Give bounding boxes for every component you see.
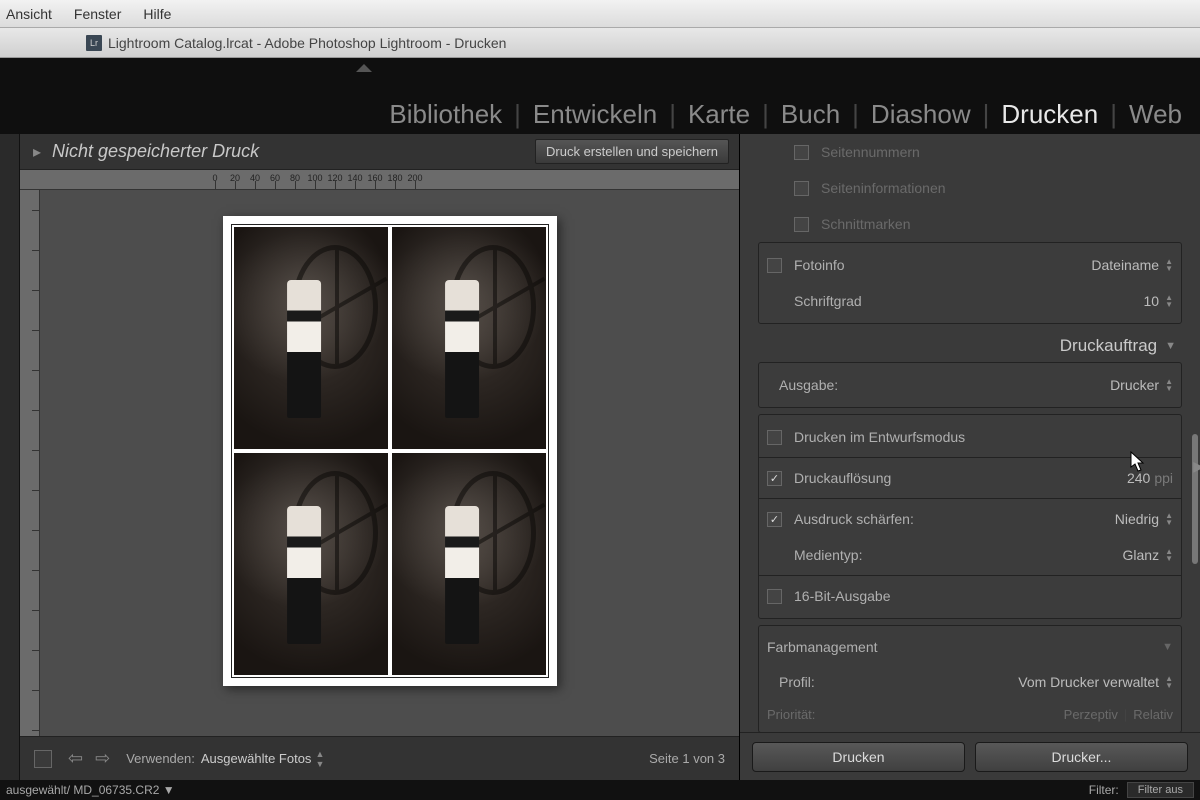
resolution-label: Druckauflösung xyxy=(794,470,1127,486)
vertical-ruler xyxy=(20,190,40,736)
triangle-down-icon: ▼ xyxy=(1165,340,1176,352)
module-map[interactable]: Karte xyxy=(680,99,758,130)
stepper-icon[interactable]: ▲▼ xyxy=(1165,675,1173,689)
filter-dropdown[interactable]: Filter aus xyxy=(1127,782,1194,798)
crop-marks-checkbox[interactable] xyxy=(794,217,809,232)
prev-page-button[interactable]: ⇦ xyxy=(68,748,83,769)
draft-mode-checkbox[interactable] xyxy=(767,430,782,445)
module-develop[interactable]: Entwickeln xyxy=(525,99,665,130)
app-icon: Lr xyxy=(86,35,102,51)
page-info-checkbox[interactable] xyxy=(794,181,809,196)
sixteen-bit-label: 16-Bit-Ausgabe xyxy=(794,588,1173,604)
module-web[interactable]: Web xyxy=(1121,99,1190,130)
preview-title: Nicht gespeicherter Druck xyxy=(52,141,535,162)
use-label: Verwenden: xyxy=(126,751,195,766)
print-job-section-header[interactable]: Druckauftrag▼ xyxy=(758,330,1182,362)
sharpen-checkbox[interactable] xyxy=(767,512,782,527)
stepper-icon[interactable]: ▲▼ xyxy=(1165,378,1173,392)
font-size-value[interactable]: 10 xyxy=(1144,293,1160,309)
selection-info[interactable]: ausgewählt/ MD_06735.CR2 ▼ xyxy=(6,783,175,797)
resolution-checkbox[interactable] xyxy=(767,471,782,486)
page-numbers-label: Seitennummern xyxy=(821,144,1174,160)
panel-expand-triangle-icon[interactable] xyxy=(356,64,372,72)
stepper-icon[interactable]: ▲▼ xyxy=(1165,548,1173,562)
module-picker: Bibliothek| Entwickeln| Karte| Buch| Dia… xyxy=(381,99,1190,130)
os-menubar: Ansicht Fenster Hilfe xyxy=(0,0,1200,28)
photo-cell-2[interactable] xyxy=(392,227,546,449)
crop-marks-label: Schnittmarken xyxy=(821,216,1174,232)
resolution-value[interactable]: 240 xyxy=(1127,470,1150,486)
output-label: Ausgabe: xyxy=(779,377,1110,393)
window-titlebar: Lr Lightroom Catalog.lrcat - Adobe Photo… xyxy=(0,28,1200,58)
page-counter: Seite 1 von 3 xyxy=(649,751,725,766)
right-panel: Seitennummern Seiteninformationen Schnit… xyxy=(740,134,1200,780)
triangle-down-icon: ▼ xyxy=(1162,641,1173,653)
page-numbers-checkbox[interactable] xyxy=(794,145,809,160)
panel-collapse-triangle-icon[interactable]: ▶ xyxy=(1193,458,1200,475)
intent-relative-button[interactable]: Relativ xyxy=(1133,707,1173,722)
sharpen-label: Ausdruck schärfen: xyxy=(794,511,1115,527)
output-dropdown[interactable]: Drucker xyxy=(1110,377,1159,393)
profile-label: Profil: xyxy=(779,674,1018,690)
photo-cell-4[interactable] xyxy=(392,453,546,675)
media-type-label: Medientyp: xyxy=(794,547,1123,563)
page-info-label: Seiteninformationen xyxy=(821,180,1174,196)
left-panel-collapsed[interactable] xyxy=(0,134,20,780)
media-type-dropdown[interactable]: Glanz xyxy=(1123,547,1160,563)
print-page xyxy=(223,216,557,686)
printer-settings-button[interactable]: Drucker... xyxy=(975,742,1188,772)
select-all-checkbox[interactable] xyxy=(34,750,52,768)
photo-info-dropdown[interactable]: Dateiname xyxy=(1091,257,1159,273)
module-book[interactable]: Buch xyxy=(773,99,848,130)
stepper-icon[interactable]: ▲▼ xyxy=(1165,294,1173,308)
module-print[interactable]: Drucken xyxy=(993,99,1106,130)
status-bar: ausgewählt/ MD_06735.CR2 ▼ Filter: Filte… xyxy=(0,780,1200,800)
menu-window[interactable]: Fenster xyxy=(74,6,121,22)
module-library[interactable]: Bibliothek xyxy=(381,99,510,130)
photo-cell-1[interactable] xyxy=(234,227,388,449)
menu-help[interactable]: Hilfe xyxy=(143,6,171,22)
font-size-label: Schriftgrad xyxy=(794,293,1144,309)
intent-perceptual-button[interactable]: Perzeptiv xyxy=(1064,707,1118,722)
color-management-header[interactable]: Farbmanagement▼ xyxy=(759,630,1181,664)
create-saved-print-button[interactable]: Druck erstellen und speichern xyxy=(535,139,729,164)
module-slideshow[interactable]: Diashow xyxy=(863,99,979,130)
scrollbar-thumb[interactable] xyxy=(1192,434,1198,564)
photo-info-label: Fotoinfo xyxy=(794,257,1091,273)
preview-canvas[interactable] xyxy=(40,190,739,736)
print-button[interactable]: Drucken xyxy=(752,742,965,772)
horizontal-ruler: 020406080100120140160180200 xyxy=(20,170,739,190)
next-page-button[interactable]: ⇨ xyxy=(95,748,110,769)
use-dropdown[interactable]: Ausgewählte Fotos xyxy=(201,751,312,766)
intent-label: Priorität: xyxy=(767,707,1064,722)
sixteen-bit-checkbox[interactable] xyxy=(767,589,782,604)
filter-label: Filter: xyxy=(1089,783,1119,797)
photo-info-checkbox[interactable] xyxy=(767,258,782,273)
sharpen-dropdown[interactable]: Niedrig xyxy=(1115,511,1159,527)
resolution-unit: ppi xyxy=(1154,470,1173,486)
stepper-icon[interactable]: ▲▼ xyxy=(315,749,323,769)
preview-toolbar: ⇦ ⇨ Verwenden: Ausgewählte Fotos ▲▼ Seit… xyxy=(20,736,739,780)
module-picker-bar: Bibliothek| Entwickeln| Karte| Buch| Dia… xyxy=(0,58,1200,134)
draft-mode-label: Drucken im Entwurfsmodus xyxy=(794,429,1173,445)
stepper-icon[interactable]: ▲▼ xyxy=(1165,512,1173,526)
chevron-right-icon[interactable]: ▸ xyxy=(30,145,44,159)
menu-view[interactable]: Ansicht xyxy=(6,6,52,22)
print-preview-panel: ▸ Nicht gespeicherter Druck Druck erstel… xyxy=(20,134,740,780)
stepper-icon[interactable]: ▲▼ xyxy=(1165,258,1173,272)
window-title: Lightroom Catalog.lrcat - Adobe Photosho… xyxy=(108,35,506,51)
profile-dropdown[interactable]: Vom Drucker verwaltet xyxy=(1018,674,1159,690)
photo-cell-3[interactable] xyxy=(234,453,388,675)
